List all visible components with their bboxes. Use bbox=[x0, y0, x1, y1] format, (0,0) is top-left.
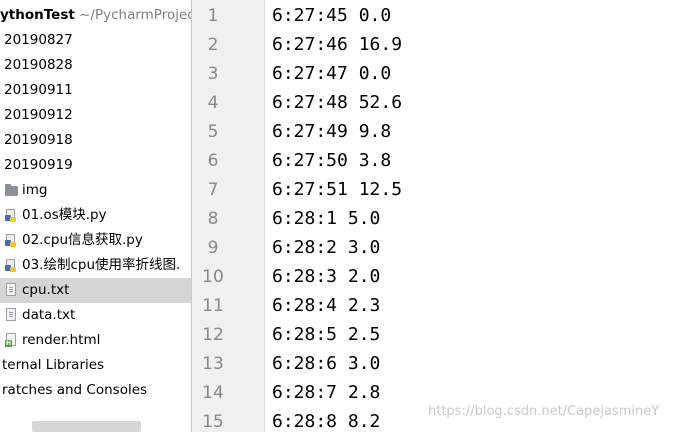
tree-item-render-html[interactable]: H render.html bbox=[0, 328, 191, 353]
code-line[interactable]: 6:28:5 2.5 bbox=[272, 320, 380, 349]
tree-item-cpu-txt[interactable]: cpu.txt bbox=[0, 278, 191, 303]
code-line[interactable]: 6:27:49 9.8 bbox=[272, 117, 391, 146]
tree-item-label: 20190911 bbox=[4, 82, 73, 98]
tree-item-label: 02.cpu信息获取.py bbox=[22, 232, 143, 248]
line-number: 3 bbox=[207, 64, 219, 84]
code-line[interactable]: 6:28:6 3.0 bbox=[272, 349, 380, 378]
tree-item-os-module-py[interactable]: 01.os模块.py bbox=[0, 203, 191, 228]
horizontal-scrollbar[interactable] bbox=[32, 421, 141, 432]
python-file-icon bbox=[5, 209, 17, 222]
code-line[interactable]: 6:28:1 5.0 bbox=[272, 204, 380, 233]
project-root-name: ythonTest bbox=[0, 7, 75, 23]
tree-item-data-txt[interactable]: data.txt bbox=[0, 303, 191, 328]
tree-item-external-libraries[interactable]: ternal Libraries bbox=[0, 353, 191, 378]
tree-item-label: 20190827 bbox=[4, 32, 73, 48]
tree-item-label: 20190912 bbox=[4, 107, 73, 123]
tree-item-label: 03.绘制cpu使用率折线图. bbox=[22, 257, 181, 273]
tree-item-scratches-consoles[interactable]: ratches and Consoles bbox=[0, 378, 191, 403]
tree-item-20190918[interactable]: 20190918 bbox=[0, 128, 191, 153]
tree-item-label: data.txt bbox=[22, 307, 76, 323]
tree-item-label: 20190919 bbox=[4, 157, 73, 173]
code-line[interactable]: 6:27:50 3.8 bbox=[272, 146, 391, 175]
folder-icon bbox=[5, 184, 18, 196]
project-root-path: ~/PycharmProjects bbox=[79, 7, 191, 23]
code-line[interactable]: 6:28:3 2.0 bbox=[272, 262, 380, 291]
project-root-row[interactable]: ythonTest ~/PycharmProjects bbox=[0, 3, 191, 28]
tree-item-20190827[interactable]: 20190827 bbox=[0, 28, 191, 53]
tree-item-20190911[interactable]: 20190911 bbox=[0, 78, 191, 103]
tree-item-img[interactable]: img bbox=[0, 178, 191, 203]
code-line[interactable]: 6:27:48 52.6 bbox=[272, 88, 402, 117]
line-number: 2 bbox=[207, 35, 219, 55]
code-line[interactable]: 6:28:8 8.2 bbox=[272, 407, 380, 432]
tree-item-label: cpu.txt bbox=[22, 282, 70, 298]
line-number: 10 bbox=[202, 267, 224, 287]
python-file-icon bbox=[5, 259, 17, 272]
line-number: 7 bbox=[207, 180, 219, 200]
tree-item-label: 20190918 bbox=[4, 132, 73, 148]
tree-item-20190828[interactable]: 20190828 bbox=[0, 53, 191, 78]
tree-item-label: ternal Libraries bbox=[2, 357, 105, 373]
text-file-icon bbox=[6, 308, 16, 321]
line-number: 11 bbox=[202, 296, 224, 316]
python-file-icon bbox=[5, 234, 17, 247]
code-line[interactable]: 6:28:2 3.0 bbox=[272, 233, 380, 262]
tree-item-20190912[interactable]: 20190912 bbox=[0, 103, 191, 128]
tree-item-label: 20190828 bbox=[4, 57, 73, 73]
code-line[interactable]: 6:27:51 12.5 bbox=[272, 175, 402, 204]
tree-item-label: 01.os模块.py bbox=[22, 207, 107, 223]
line-number: 8 bbox=[207, 209, 219, 229]
tree-item-cpu-info-py[interactable]: 02.cpu信息获取.py bbox=[0, 228, 191, 253]
tree-item-20190919[interactable]: 20190919 bbox=[0, 153, 191, 178]
tree-item-label: render.html bbox=[22, 332, 101, 348]
code-line[interactable]: 6:27:46 16.9 bbox=[272, 30, 402, 59]
line-number: 6 bbox=[207, 151, 219, 171]
line-number: 13 bbox=[202, 354, 224, 374]
line-number: 5 bbox=[207, 122, 219, 142]
line-number: 12 bbox=[202, 325, 224, 345]
line-number: 14 bbox=[202, 383, 224, 403]
ide-window: ythonTest ~/PycharmProjects 20190827 201… bbox=[0, 0, 692, 432]
line-number: 1 bbox=[207, 6, 219, 26]
html-file-icon: H bbox=[5, 333, 17, 347]
watermark: https://blog.csdn.net/CapejasmineY bbox=[428, 404, 660, 419]
tree-item-cpu-chart-py[interactable]: 03.绘制cpu使用率折线图. bbox=[0, 253, 191, 278]
code-line[interactable]: 6:27:47 0.0 bbox=[272, 59, 391, 88]
text-file-icon bbox=[6, 283, 16, 296]
line-number: 15 bbox=[202, 412, 224, 432]
line-number: 4 bbox=[207, 93, 219, 113]
tree-item-label: img bbox=[22, 182, 48, 198]
line-number: 9 bbox=[207, 238, 219, 258]
code-line[interactable]: 6:27:45 0.0 bbox=[272, 1, 391, 30]
project-tree: ythonTest ~/PycharmProjects 20190827 201… bbox=[0, 0, 191, 432]
tree-item-label: ratches and Consoles bbox=[2, 382, 148, 398]
code-line[interactable]: 6:28:4 2.3 bbox=[272, 291, 380, 320]
code-line[interactable]: 6:28:7 2.8 bbox=[272, 378, 380, 407]
